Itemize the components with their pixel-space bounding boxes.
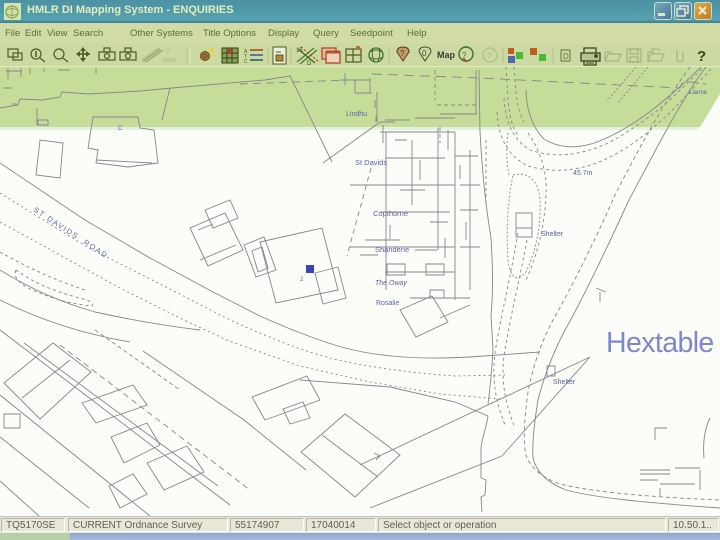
svg-text:0: 0 bbox=[422, 49, 427, 58]
svg-text:Lianne: Lianne bbox=[689, 90, 708, 96]
svg-text:Shelter: Shelter bbox=[541, 231, 564, 238]
svg-text:Copthorne: Copthorne bbox=[373, 209, 408, 218]
svg-text:Rosalie: Rosalie bbox=[376, 300, 399, 307]
svg-text:?: ? bbox=[462, 51, 467, 60]
svg-text:?: ? bbox=[487, 51, 492, 61]
svg-text:Shelter: Shelter bbox=[553, 379, 576, 386]
svg-text:C: C bbox=[244, 59, 248, 65]
svg-text:Map: Map bbox=[437, 50, 456, 60]
svg-text:15: 15 bbox=[296, 48, 303, 54]
svg-text:Shandene: Shandene bbox=[375, 245, 409, 254]
svg-text:C: C bbox=[118, 126, 123, 132]
svg-text:?: ? bbox=[400, 49, 405, 58]
svg-text:St Davids: St Davids bbox=[355, 158, 387, 167]
svg-text:The Oway: The Oway bbox=[375, 280, 407, 287]
svg-text:ST DAVIDS ROAD: ST DAVIDS ROAD bbox=[32, 205, 110, 260]
svg-text:AREA: AREA bbox=[163, 58, 177, 64]
svg-text:Lindhu: Lindhu bbox=[346, 111, 367, 118]
svg-text:2: 2 bbox=[300, 277, 304, 283]
svg-text:45.7m: 45.7m bbox=[573, 170, 593, 177]
svg-text:D: D bbox=[563, 52, 569, 61]
svg-text:?: ? bbox=[166, 49, 170, 56]
svg-text:?: ? bbox=[697, 48, 706, 65]
svg-text:Hextable: Hextable bbox=[606, 327, 714, 359]
